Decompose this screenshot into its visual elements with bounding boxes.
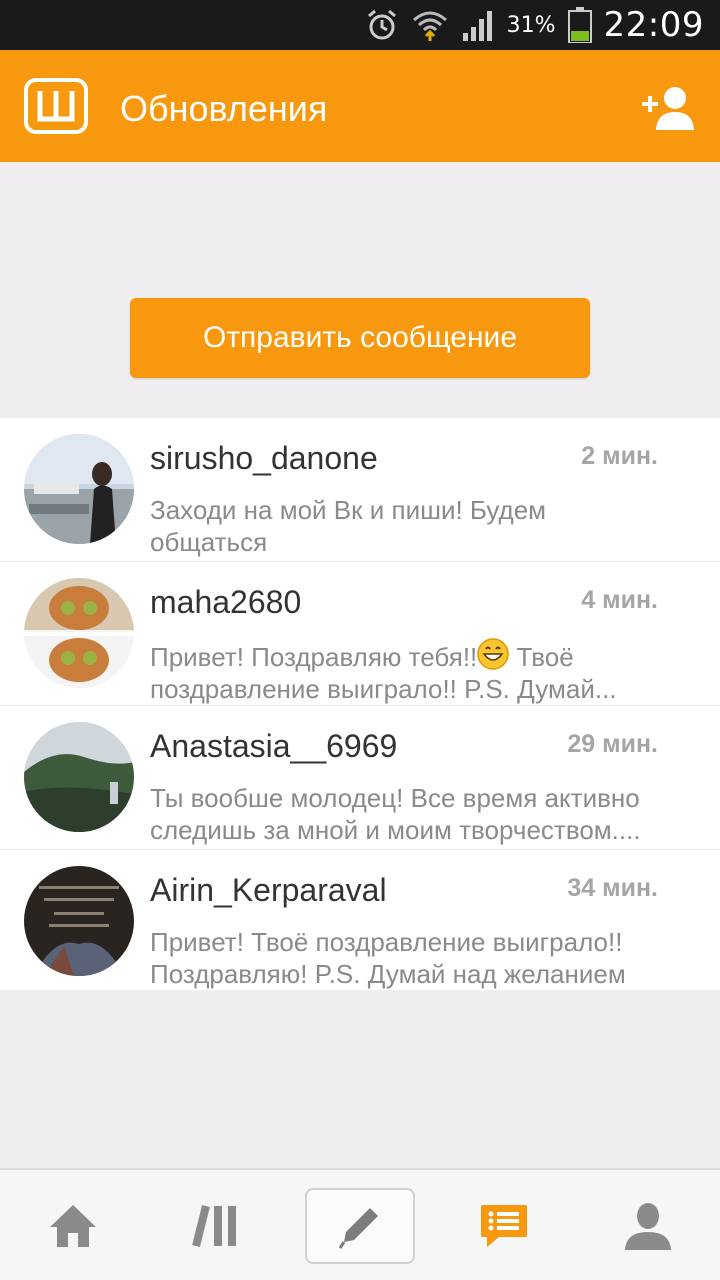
- message-row[interactable]: sirusho_danone 2 мин. Заходи на мой Вк и…: [0, 418, 720, 562]
- message-username: maha2680: [150, 584, 302, 620]
- messages-list: sirusho_danone 2 мин. Заходи на мой Вк и…: [0, 418, 720, 990]
- app-bar: Обновления: [0, 50, 720, 162]
- message-preview: Привет! Твоё поздравление выиграло!! Поз…: [150, 927, 626, 989]
- signal-icon: [461, 9, 495, 41]
- messages-icon[interactable]: [449, 1188, 559, 1264]
- message-row[interactable]: maha2680 4 мин. Привет! Поздравляю тебя!…: [0, 562, 720, 706]
- message-username: sirusho_danone: [150, 440, 378, 476]
- message-row[interactable]: Airin_Kerparaval 34 мин. Привет! Твоё по…: [0, 850, 720, 990]
- compose-icon[interactable]: [305, 1188, 415, 1264]
- app-logo-icon[interactable]: [24, 78, 88, 134]
- send-message-button[interactable]: Отправить сообщение: [130, 298, 590, 378]
- profile-icon[interactable]: [593, 1188, 703, 1264]
- avatar[interactable]: [24, 866, 134, 976]
- home-icon[interactable]: [18, 1188, 128, 1264]
- message-username: Airin_Kerparaval: [150, 872, 387, 908]
- message-preview: Заходи на мой Вк и пиши! Будем общаться: [150, 495, 547, 557]
- message-preview-part: Привет! Поздравляю тебя!!: [150, 642, 478, 672]
- wifi-icon: [411, 8, 449, 42]
- message-time: 2 мин.: [581, 442, 658, 470]
- message-time: 29 мин.: [567, 730, 658, 758]
- clock: 22:09: [603, 5, 704, 45]
- message-username: Anastasia__6969: [150, 728, 398, 764]
- bottom-nav: [0, 1168, 720, 1280]
- message-time: 4 мин.: [581, 586, 658, 614]
- add-friend-icon[interactable]: [640, 84, 696, 130]
- page-title: Обновления: [120, 88, 328, 129]
- battery-percent: 31%: [506, 12, 556, 38]
- send-message-area: Отправить сообщение: [0, 162, 720, 418]
- alarm-icon: [365, 8, 399, 42]
- message-preview: Привет! Поздравляю тебя!! Твоё поздравлен…: [150, 638, 690, 704]
- avatar[interactable]: [24, 722, 134, 832]
- message-preview-part: Твоё: [509, 642, 574, 672]
- message-row[interactable]: Anastasia__6969 29 мин. Ты вообше молоде…: [0, 706, 720, 850]
- status-bar: 31% 22:09: [0, 0, 720, 50]
- feed-icon[interactable]: [162, 1188, 272, 1264]
- grinning-face-emoji-icon: [477, 638, 510, 670]
- avatar[interactable]: [24, 434, 134, 544]
- message-preview-part: поздравление выиграло!! P.S. Думай...: [150, 674, 617, 704]
- battery-icon: [567, 7, 592, 43]
- message-time: 34 мин.: [567, 874, 658, 902]
- message-preview: Ты вообше молодец! Все время активно сле…: [150, 783, 641, 845]
- avatar[interactable]: [24, 578, 134, 688]
